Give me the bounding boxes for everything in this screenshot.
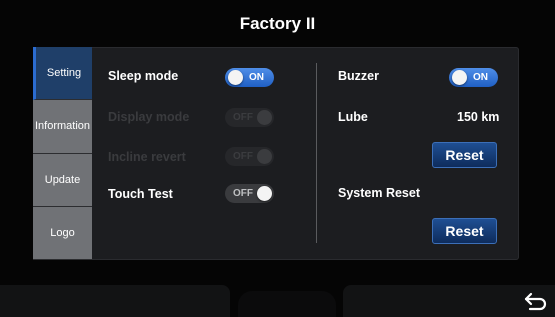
sidebar-item-information[interactable]: Information — [33, 100, 92, 154]
display-mode-toggle-text: OFF — [233, 112, 253, 123]
return-arrow-icon[interactable] — [524, 290, 548, 312]
footer-bar-left — [0, 285, 230, 317]
lube-value: 150 km — [457, 110, 500, 124]
touch-test-toggle-text: OFF — [233, 188, 253, 199]
sleep-mode-label: Sleep mode — [108, 69, 179, 83]
touch-test-label: Touch Test — [108, 187, 173, 201]
settings-panel: Setting Information Update Logo Sleep mo… — [33, 47, 519, 260]
system-reset-button[interactable]: Reset — [432, 218, 497, 244]
toggle-knob — [257, 110, 272, 125]
incline-revert-toggle-text: OFF — [233, 151, 253, 162]
page-title: Factory II — [239, 14, 316, 33]
sidebar-item-logo[interactable]: Logo — [33, 206, 92, 260]
display-mode-toggle[interactable]: OFF — [225, 108, 274, 127]
buzzer-toggle[interactable]: ON — [449, 68, 498, 87]
lube-label: Lube — [338, 110, 368, 124]
footer-bar-center — [238, 291, 336, 317]
sidebar-item-update[interactable]: Update — [33, 153, 92, 207]
column-divider — [316, 63, 317, 243]
sleep-mode-toggle-text: ON — [249, 72, 264, 83]
sidebar: Setting Information Update Logo — [33, 47, 92, 260]
toggle-knob — [257, 186, 272, 201]
toggle-knob — [257, 149, 272, 164]
incline-revert-toggle[interactable]: OFF — [225, 147, 274, 166]
toggle-knob — [452, 70, 467, 85]
display-mode-label: Display mode — [108, 110, 190, 124]
system-reset-label: System Reset — [338, 186, 420, 200]
buzzer-toggle-text: ON — [473, 72, 488, 83]
sleep-mode-toggle[interactable]: ON — [225, 68, 274, 87]
buzzer-label: Buzzer — [338, 69, 379, 83]
sidebar-item-setting[interactable]: Setting — [33, 47, 92, 101]
incline-revert-label: Incline revert — [108, 150, 186, 164]
lube-reset-button[interactable]: Reset — [432, 142, 497, 168]
touch-test-toggle[interactable]: OFF — [225, 184, 274, 203]
toggle-knob — [228, 70, 243, 85]
